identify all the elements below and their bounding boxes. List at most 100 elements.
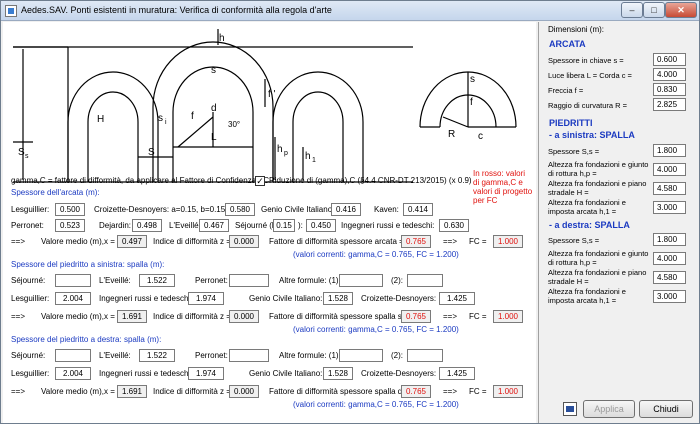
- print-icon[interactable]: [563, 402, 577, 416]
- label-d: d: [211, 103, 217, 114]
- spessore-chiave-label: Spessore in chiave s =: [548, 56, 624, 65]
- sx-media-field: 1.691: [117, 310, 147, 323]
- sx-header: Spessore del piedritto a sinistra: spall…: [11, 260, 165, 269]
- label-H: H: [97, 114, 104, 125]
- dx-media-label: Valore medio (m),x =: [41, 387, 115, 396]
- dx-genio-field[interactable]: 1.528: [323, 367, 353, 380]
- sx-arrow: ==>: [11, 312, 26, 321]
- chiudi-button[interactable]: Chiudi: [639, 400, 693, 418]
- arcata-indice-label: Indice di difformità z =: [153, 237, 231, 246]
- arcata-dejardin-field[interactable]: 0.498: [132, 219, 162, 232]
- left-panel: h H f ' s s i f d L 30° S S s h p h 1 s …: [3, 22, 536, 423]
- arcata-sejourne-field[interactable]: 0.450: [306, 219, 336, 232]
- dx-croizette-field[interactable]: 1.425: [439, 367, 475, 380]
- dx-genio-label: Genio Civile Italiano:: [249, 369, 323, 378]
- dx-croizette-label: Croizette-Desnoyers:: [361, 369, 437, 378]
- arcata-ingegneri-field[interactable]: 0.630: [439, 219, 469, 232]
- sx-spessore-field[interactable]: 1.800: [653, 144, 686, 157]
- sx-altezza-imposta-field[interactable]: 3.000: [653, 201, 686, 214]
- sx-altre1-field[interactable]: [339, 274, 383, 287]
- label-r-s: s: [470, 74, 475, 85]
- dx-perronet-field[interactable]: [229, 349, 269, 362]
- raggio-label: Raggio di curvatura R =: [548, 101, 627, 110]
- arcata-perronet-field[interactable]: 0.523: [55, 219, 85, 232]
- dx-altre1-field[interactable]: [339, 349, 383, 362]
- sx-leveille-label: L'Eveillé:: [99, 276, 131, 285]
- sx-altezza-giunto-label: Altezza fra fondazioni e giunto di rottu…: [548, 160, 649, 178]
- spessore-chiave-field[interactable]: 0.600: [653, 53, 686, 66]
- arcata-fc-label: FC =: [469, 237, 487, 246]
- dx-altezza-imposta-field[interactable]: 3.000: [653, 290, 686, 303]
- svg-text:1: 1: [312, 157, 316, 164]
- sx-genio-field[interactable]: 1.528: [323, 292, 353, 305]
- luce-field[interactable]: 4.000: [653, 68, 686, 81]
- sx-leveille-field[interactable]: 1.522: [139, 274, 175, 287]
- label-s-top: s: [211, 65, 216, 76]
- sx-altre1-label: Altre formule: (1):: [279, 276, 341, 285]
- sx-altre2-field[interactable]: [407, 274, 443, 287]
- sx-ingegneri-field[interactable]: 1.974: [188, 292, 224, 305]
- freccia-field[interactable]: 0.830: [653, 83, 686, 96]
- applica-button[interactable]: Applica: [583, 400, 635, 418]
- destra-title: - a destra: SPALLA: [549, 220, 630, 230]
- sx-croizette-field[interactable]: 1.425: [439, 292, 475, 305]
- arcata-lesguillier-field[interactable]: 0.500: [55, 203, 85, 216]
- arcata-title: ARCATA: [549, 39, 586, 49]
- sx-perronet-field[interactable]: [229, 274, 269, 287]
- luce-label: Luce libera L = Corda c =: [548, 71, 632, 80]
- sx-perronet-label: Perronet:: [195, 276, 228, 285]
- dx-altre2-field[interactable]: [407, 349, 443, 362]
- right-panel: Dimensioni (m): ARCATA Spessore in chiav…: [538, 22, 698, 423]
- arcata-media-label: Valore medio (m),x =: [41, 237, 115, 246]
- raggio-field[interactable]: 2.825: [653, 98, 686, 111]
- maximize-button[interactable]: □: [643, 2, 665, 18]
- dx-leveille-field[interactable]: 1.522: [139, 349, 175, 362]
- label-r-R: R: [448, 129, 455, 140]
- svg-text:s: s: [25, 153, 29, 160]
- dx-sejourne-field[interactable]: [55, 349, 91, 362]
- svg-text:p: p: [284, 150, 288, 157]
- label-f-prime: f ': [268, 89, 276, 100]
- reduction-checkbox[interactable]: ✓: [255, 176, 265, 186]
- arcata-kaven-field[interactable]: 0.414: [403, 203, 433, 216]
- sx-lesguillier-field[interactable]: 2.004: [55, 292, 91, 305]
- minimize-button[interactable]: –: [621, 2, 643, 18]
- dx-altezza-piano-field[interactable]: 4.580: [653, 271, 686, 284]
- sx-sejourne-field[interactable]: [55, 274, 91, 287]
- dx-lesguillier-field[interactable]: 2.004: [55, 367, 91, 380]
- dx-altezza-piano-label: Altezza fra fondazioni e piano stradale …: [548, 268, 647, 286]
- label-h1: h: [305, 151, 311, 162]
- label-si: s: [158, 113, 163, 124]
- dx-indice-field: 0.000: [229, 385, 259, 398]
- dx-altezza-giunto-field[interactable]: 4.000: [653, 252, 686, 265]
- arcata-arrow: ==>: [11, 237, 26, 246]
- sinistra-title: - a sinistra: SPALLA: [549, 130, 635, 140]
- dx-media-field: 1.691: [117, 385, 147, 398]
- dx-spessore-field[interactable]: 1.800: [653, 233, 686, 246]
- arcata-fattore-field: 0.765: [401, 235, 431, 248]
- sx-altezza-giunto-field[interactable]: 4.000: [653, 163, 686, 176]
- arcata-croizette-field[interactable]: 0.580: [225, 203, 255, 216]
- sx-lesguillier-label: Lesguillier:: [11, 294, 50, 303]
- sx-altezza-piano-label: Altezza fra fondazioni e piano stradale …: [548, 179, 647, 197]
- label-f: f: [191, 111, 194, 122]
- sx-sejourne-label: Séjourné:: [11, 276, 46, 285]
- arcata-sejourne-k-field[interactable]: 0.15: [273, 219, 295, 232]
- arcata-media-field: 0.497: [117, 235, 147, 248]
- dx-ingegneri-label: Ingegneri russi e tedeschi:: [99, 369, 193, 378]
- sx-ingegneri-label: Ingegneri russi e tedeschi:: [99, 294, 193, 303]
- dx-fattore-label: Fattore di difformità spessore spalla dx…: [269, 387, 414, 396]
- red-note: In rosso: valori di gamma,C e valori di …: [473, 169, 533, 205]
- dx-leveille-label: L'Eveillé:: [99, 351, 131, 360]
- dx-altre2-label: (2):: [391, 351, 403, 360]
- arcata-genio-field[interactable]: 0.416: [331, 203, 361, 216]
- arcata-leveille-field[interactable]: 0.467: [199, 219, 229, 232]
- arcata-leveille-label: L'Eveillé:: [169, 221, 201, 230]
- dx-correnti: (valori correnti: gamma,C = 0.765, FC = …: [293, 400, 459, 409]
- close-window-button[interactable]: ✕: [665, 2, 697, 18]
- sx-spessore-label: Spessore S,s =: [548, 147, 600, 156]
- sx-altezza-piano-field[interactable]: 4.580: [653, 182, 686, 195]
- main-window: Aedes.SAV. Ponti esistenti in muratura: …: [0, 0, 700, 424]
- dx-ingegneri-field[interactable]: 1.974: [188, 367, 224, 380]
- bridge-diagram: h H f ' s s i f d L 30° S S s h p h 1: [13, 29, 413, 183]
